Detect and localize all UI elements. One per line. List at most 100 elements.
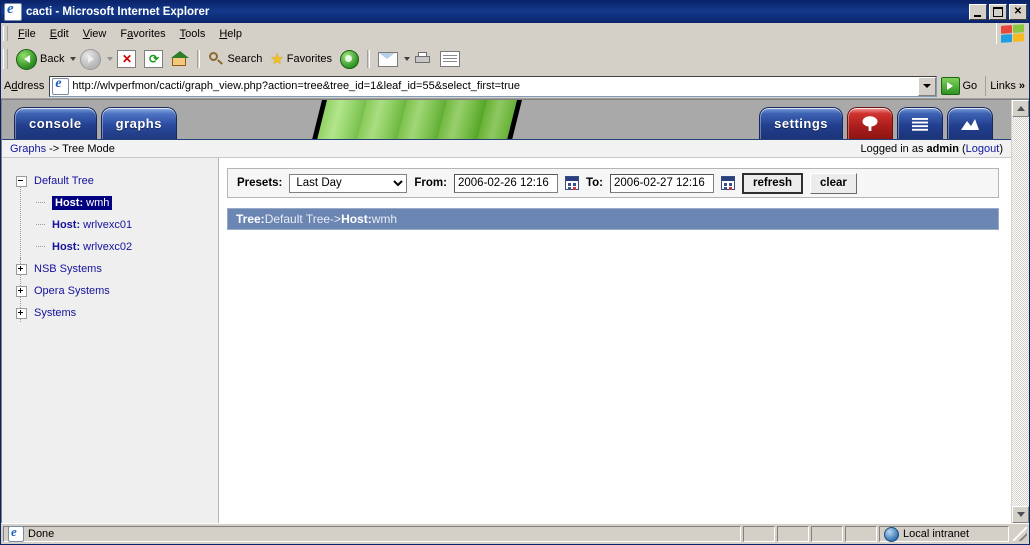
- host-label: Host:: [341, 212, 372, 226]
- search-button[interactable]: Search: [204, 48, 266, 70]
- breadcrumb: Graphs -> Tree Mode: [10, 143, 115, 155]
- windows-logo-button[interactable]: [996, 23, 1029, 44]
- minimize-button[interactable]: [969, 4, 987, 20]
- toolbar-grip[interactable]: [3, 49, 8, 69]
- links-button[interactable]: Links »: [985, 76, 1029, 96]
- tab-preview-mode[interactable]: [947, 107, 993, 139]
- host-prefix: Host:: [52, 241, 81, 253]
- chevron-down-icon: [1016, 512, 1025, 517]
- host-value: wmh: [371, 212, 398, 226]
- sidebar-item-host-wrlvexc02[interactable]: Host: wrlvexc02: [2, 236, 218, 258]
- sidebar-item-nsb-systems[interactable]: NSB Systems: [2, 258, 218, 280]
- expand-icon[interactable]: [16, 263, 27, 275]
- print-button[interactable]: [410, 48, 436, 70]
- window-title: cacti - Microsoft Internet Explorer: [26, 6, 210, 18]
- sidebar-item-label: NSB Systems: [34, 263, 102, 275]
- menu-favorites[interactable]: Favorites: [113, 26, 172, 42]
- breadcrumb-rest: -> Tree Mode: [46, 142, 115, 155]
- logout-open: (: [958, 142, 966, 155]
- cacti-banner-graphic: [310, 100, 524, 139]
- chevron-down-icon: [922, 84, 931, 88]
- tab-tree-mode[interactable]: [847, 107, 893, 139]
- host-prefix: Host:: [55, 197, 84, 209]
- menu-view[interactable]: View: [76, 26, 114, 42]
- tab-list-mode[interactable]: [897, 107, 943, 139]
- refresh-button[interactable]: ⟳: [140, 48, 167, 70]
- breadcrumb-bar: Graphs -> Tree Mode Logged in as admin (…: [2, 140, 1011, 158]
- maximize-button[interactable]: [989, 4, 1007, 20]
- address-dropdown-button[interactable]: [917, 76, 936, 96]
- browser-viewport: console graphs settings Graphs -> Tree M…: [1, 99, 1029, 523]
- sidebar-item-label: Host: wrlvexc02: [52, 241, 132, 253]
- status-pane-2: [777, 526, 809, 542]
- to-date-input[interactable]: [610, 173, 715, 193]
- search-icon: [208, 51, 224, 67]
- sidebar-item-host-wmh[interactable]: Host: wmh: [2, 192, 218, 214]
- security-zone-pane[interactable]: Local intranet: [879, 526, 1009, 542]
- presets-select[interactable]: Last Day: [289, 173, 408, 193]
- tab-graphs[interactable]: graphs: [100, 107, 177, 139]
- from-calendar-icon[interactable]: [564, 176, 579, 190]
- go-button[interactable]: Go: [937, 77, 984, 95]
- forward-button[interactable]: [76, 48, 105, 70]
- navigation-toolbar: Back ✕ ⟳ Search ★ Favorites: [1, 45, 1029, 74]
- scroll-up-button[interactable]: [1012, 100, 1029, 117]
- forward-arrow-icon: [80, 48, 102, 70]
- page-scrollbar[interactable]: [1011, 100, 1029, 523]
- sidebar-item-default-tree[interactable]: Default Tree: [2, 170, 218, 192]
- close-icon: ✕: [1013, 6, 1023, 17]
- menu-bar: File Edit View Favorites Tools Help: [1, 23, 1029, 45]
- clear-button[interactable]: clear: [810, 172, 857, 194]
- expand-icon[interactable]: [16, 285, 27, 297]
- chevron-up-icon: [1016, 106, 1025, 111]
- search-label: Search: [227, 53, 263, 65]
- menu-grip[interactable]: [3, 26, 8, 41]
- menu-tools[interactable]: Tools: [173, 26, 213, 42]
- back-button[interactable]: Back: [12, 48, 68, 70]
- tree-icon: [862, 115, 878, 131]
- refresh-button[interactable]: refresh: [742, 172, 804, 194]
- cacti-body: Default Tree Host: wmh Host: wrlvexc01 H…: [2, 158, 1011, 523]
- close-button[interactable]: ✕: [1009, 4, 1027, 20]
- address-url-text: http://wlvperfmon/cacti/graph_view.php?a…: [72, 80, 520, 92]
- page-status-icon: [8, 526, 24, 542]
- edit-page-icon: [440, 51, 461, 67]
- browser-window: cacti - Microsoft Internet Explorer ✕ Fi…: [0, 0, 1030, 545]
- expand-icon[interactable]: [16, 307, 27, 319]
- page-icon: [52, 77, 70, 95]
- collapse-icon[interactable]: [16, 175, 27, 187]
- refresh-icon: ⟳: [144, 50, 164, 68]
- menu-help[interactable]: Help: [212, 26, 249, 42]
- favorites-button[interactable]: ★ Favorites: [266, 48, 336, 70]
- sidebar-item-host-wrlvexc01[interactable]: Host: wrlvexc01: [2, 214, 218, 236]
- menu-file[interactable]: File: [11, 26, 43, 42]
- logged-in-prefix: Logged in as: [860, 142, 927, 155]
- status-text: Done: [28, 528, 55, 540]
- edit-button[interactable]: [436, 48, 464, 70]
- tab-settings[interactable]: settings: [759, 107, 843, 139]
- graph-filter-bar: Presets: Last Day From: To: refresh clea…: [227, 168, 999, 198]
- go-label: Go: [962, 80, 978, 92]
- from-date-input[interactable]: [453, 173, 558, 193]
- breadcrumb-graphs-link[interactable]: Graphs: [10, 143, 46, 155]
- zone-text: Local intranet: [903, 528, 970, 540]
- media-button[interactable]: [336, 48, 363, 70]
- mail-button[interactable]: [374, 48, 402, 70]
- address-input[interactable]: http://wlvperfmon/cacti/graph_view.php?a…: [49, 75, 937, 97]
- scroll-down-button[interactable]: [1012, 506, 1029, 523]
- sidebar-item-systems[interactable]: Systems: [2, 302, 218, 324]
- login-status: Logged in as admin (Logout): [860, 143, 1003, 155]
- menu-edit[interactable]: Edit: [43, 26, 76, 42]
- tree-connector-line: [20, 186, 22, 260]
- logout-close: ): [999, 142, 1003, 155]
- sidebar-item-opera-systems[interactable]: Opera Systems: [2, 280, 218, 302]
- logged-in-user: admin: [926, 142, 959, 155]
- logout-link[interactable]: Logout: [966, 143, 1000, 155]
- resize-grip[interactable]: [1013, 527, 1027, 541]
- tab-console[interactable]: console: [14, 107, 97, 139]
- stop-button[interactable]: ✕: [113, 48, 140, 70]
- home-button[interactable]: [167, 48, 193, 70]
- sidebar-item-label: Host: wrlvexc01: [52, 219, 132, 231]
- tree-branch-icon: [36, 202, 45, 204]
- to-calendar-icon[interactable]: [721, 176, 736, 190]
